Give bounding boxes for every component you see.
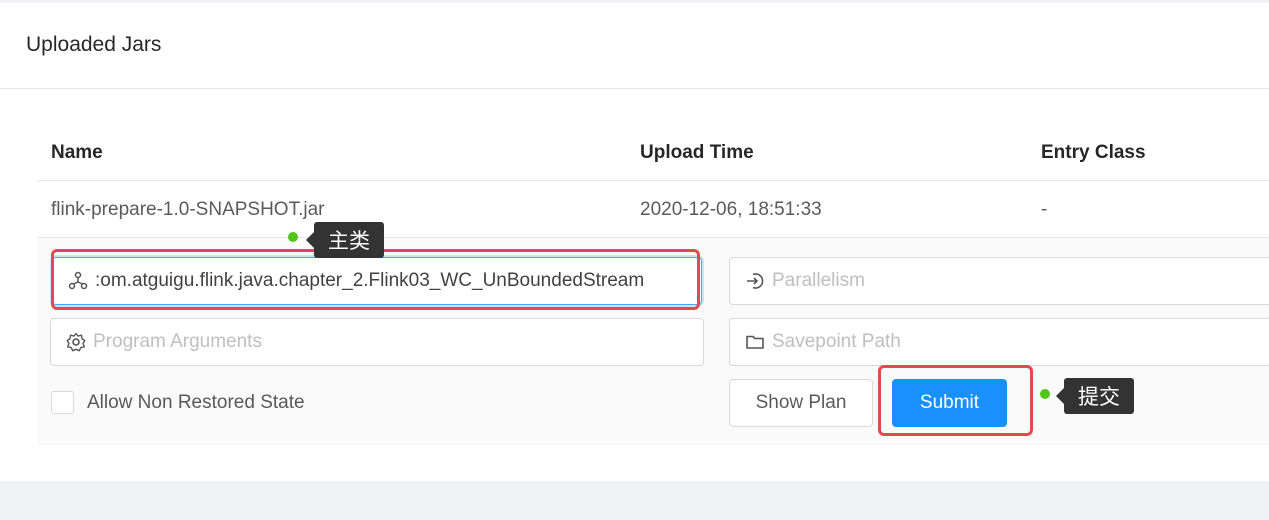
jar-name: flink-prepare-1.0-SNAPSHOT.jar: [51, 199, 325, 220]
folder-icon: [744, 331, 766, 353]
entry-class: -: [1041, 199, 1048, 220]
submit-highlight: [878, 365, 1033, 436]
card-title: Uploaded Jars: [26, 33, 162, 56]
table-row[interactable]: flink-prepare-1.0-SNAPSHOT.jar 2020-12-0…: [37, 181, 1269, 238]
column-header-upload-time[interactable]: Upload Time: [640, 142, 754, 164]
submit-marker-dot: [1040, 389, 1050, 399]
table-header-row: Name Upload Time Entry Class: [37, 124, 1269, 181]
allow-non-restored-checkbox[interactable]: [51, 391, 74, 414]
setting-icon: [65, 331, 87, 353]
upload-time: 2020-12-06, 18:51:33: [640, 199, 822, 220]
allow-non-restored-label[interactable]: Allow Non Restored State: [87, 392, 305, 414]
parallelism-input[interactable]: Parallelism: [729, 257, 1269, 305]
card-header: Uploaded Jars: [0, 3, 1269, 89]
savepoint-path-input[interactable]: Savepoint Path: [729, 318, 1269, 366]
entry-class-highlight: [51, 249, 700, 310]
main-class-marker-dot: [288, 232, 298, 242]
column-header-name[interactable]: Name: [51, 142, 103, 164]
parallelism-placeholder: Parallelism: [772, 270, 865, 291]
main-class-tooltip: 主类: [306, 222, 384, 258]
column-header-entry-class[interactable]: Entry Class: [1041, 142, 1146, 164]
page-background-band: [0, 481, 1269, 520]
login-icon: [744, 270, 766, 292]
submit-tooltip: 提交: [1056, 378, 1134, 414]
jars-table: Name Upload Time Entry Class flink-prepa…: [37, 124, 1269, 238]
savepoint-path-placeholder: Savepoint Path: [772, 331, 901, 352]
program-arguments-placeholder: Program Arguments: [93, 331, 262, 352]
show-plan-button[interactable]: Show Plan: [729, 379, 873, 427]
program-arguments-input[interactable]: Program Arguments: [50, 318, 704, 366]
